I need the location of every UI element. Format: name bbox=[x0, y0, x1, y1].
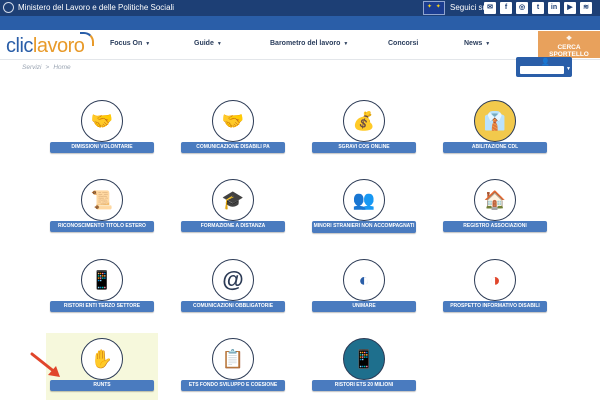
hands-icon: 🤝 bbox=[212, 100, 254, 142]
location-pin-icon: ⌖ bbox=[566, 33, 572, 43]
menu-concorsi[interactable]: Concorsi bbox=[388, 40, 418, 47]
graduation-monitor-icon: 🎓 bbox=[212, 179, 254, 221]
checklist-icon: 📋 bbox=[212, 338, 254, 380]
tile-label[interactable]: DIMISSIONI VOLONTARIE bbox=[50, 142, 154, 153]
tile-label[interactable]: ABILITAZIONE CDL bbox=[443, 142, 547, 153]
tile-label[interactable]: RISTORI ENTI TERZO SETTORE bbox=[50, 301, 154, 312]
tile-label[interactable]: COMUNICAZIONE DISABILI PA bbox=[181, 142, 285, 153]
tile-prospetto-informativo-disabili[interactable]: ◑ PROSPETTO INFORMATIVO DISABILI bbox=[443, 259, 547, 331]
rss-icon[interactable]: ≋ bbox=[580, 2, 592, 14]
tile-label[interactable]: FORMAZIONE A DISTANZA bbox=[181, 221, 285, 232]
tile-label[interactable]: RISTORI ETS 20 MILIONI bbox=[312, 380, 416, 391]
chevron-down-icon: ▼ bbox=[566, 66, 571, 72]
site-header: cliclavoro Focus On ▼ Guide ▼ Barometro de… bbox=[0, 30, 600, 60]
cliclavoro-logo[interactable]: cliclavoro bbox=[6, 35, 85, 58]
tile-dimissioni-volontarie[interactable]: 🤝 DIMISSIONI VOLONTARIE bbox=[50, 100, 154, 172]
menu-barometro[interactable]: Barometro del lavoro ▼ bbox=[270, 40, 348, 47]
tile-registro-associazioni[interactable]: 🏠 REGISTRO ASSOCIAZIONI bbox=[443, 179, 547, 251]
menu-news[interactable]: News ▼ bbox=[464, 40, 490, 47]
house-book-icon: 🏠 bbox=[474, 179, 516, 221]
tile-label[interactable]: COMUNICAZIONI OBBLIGATORIE bbox=[181, 301, 285, 312]
tile-label[interactable]: UNIMARE bbox=[312, 301, 416, 312]
coins-hand-icon: 💰 bbox=[343, 100, 385, 142]
tile-sgravi-cos-online[interactable]: 💰 SGRAVI COS ONLINE bbox=[312, 100, 416, 172]
tile-label[interactable]: RICONOSCIMENTO TITOLO ESTERO bbox=[50, 221, 154, 232]
tile-ristori-ets-20-milioni[interactable]: 📱 RISTORI ETS 20 MILIONI bbox=[312, 338, 416, 410]
tile-label[interactable]: PROSPETTO INFORMATIVO DISABILI bbox=[443, 301, 547, 312]
tile-ets-fondo-sviluppo-coesione[interactable]: 📋 ETS FONDO SVILUPPO E COESIONE bbox=[181, 338, 285, 410]
chevron-down-icon: ▼ bbox=[343, 41, 349, 47]
breadcrumb-home[interactable]: Home bbox=[53, 64, 70, 71]
logo-swoosh-icon bbox=[80, 32, 94, 46]
email-icon[interactable]: ✉ bbox=[484, 2, 496, 14]
youtube-icon[interactable]: ▶ bbox=[564, 2, 576, 14]
tile-abilitazione-cdl[interactable]: 👔 ABILITAZIONE CDL bbox=[443, 100, 547, 172]
tile-label[interactable]: MINORI STRANIERI NON ACCOMPAGNATI bbox=[312, 221, 416, 233]
facebook-icon[interactable]: f bbox=[500, 2, 512, 14]
menu-guide[interactable]: Guide ▼ bbox=[194, 40, 222, 47]
breadcrumb: Servizi > Home bbox=[22, 64, 71, 71]
accent-bar bbox=[0, 16, 600, 30]
tile-label[interactable]: SGRAVI COS ONLINE bbox=[312, 142, 416, 153]
tile-formazione-a-distanza[interactable]: 🎓 FORMAZIONE A DISTANZA bbox=[181, 179, 285, 251]
colorful-hands-icon: ✋ bbox=[81, 338, 123, 380]
ministry-topbar: Ministero del Lavoro e delle Politiche S… bbox=[0, 0, 600, 16]
twitter-icon[interactable]: t bbox=[532, 2, 544, 14]
tile-label[interactable]: ETS FONDO SVILUPPO E COESIONE bbox=[181, 380, 285, 391]
ministry-name[interactable]: Ministero del Lavoro e delle Politiche S… bbox=[18, 3, 174, 12]
unimare-logo-icon: ◐ bbox=[343, 259, 385, 301]
red-arrow-icon bbox=[30, 352, 60, 377]
tile-riconoscimento-titolo-estero[interactable]: 📜 RICONOSCIMENTO TITOLO ESTERO bbox=[50, 179, 154, 251]
tile-ristori-enti-terzo-settore[interactable]: 📱 RISTORI ENTI TERZO SETTORE bbox=[50, 259, 154, 331]
at-sign-icon: @ bbox=[212, 259, 254, 301]
chevron-down-icon: ▼ bbox=[216, 41, 222, 47]
linkedin-icon[interactable]: in bbox=[548, 2, 560, 14]
phone-money-icon: 📱 bbox=[81, 259, 123, 301]
republic-emblem-icon bbox=[3, 2, 14, 13]
breadcrumb-servizi[interactable]: Servizi bbox=[22, 64, 42, 71]
consultant-icon: 👔 bbox=[474, 100, 516, 142]
follow-us-label: Seguici su bbox=[450, 3, 487, 12]
tile-comunicazione-disabili-pa[interactable]: 🤝 COMUNICAZIONE DISABILI PA bbox=[181, 100, 285, 172]
eu-flag-icon bbox=[423, 1, 445, 15]
user-select-field[interactable] bbox=[520, 66, 564, 74]
tile-label[interactable]: RUNTS bbox=[50, 380, 154, 391]
cerca-sportello-button[interactable]: ⌖ CERCA SPORTELLO bbox=[538, 31, 600, 58]
handshake-icon: 🤝 bbox=[81, 100, 123, 142]
menu-focus-on[interactable]: Focus On ▼ bbox=[110, 40, 150, 47]
phone-money-icon: 📱 bbox=[343, 338, 385, 380]
prospetto-logo-icon: ◑ bbox=[474, 259, 516, 301]
user-icon: 👤 bbox=[541, 59, 550, 66]
tile-minori-stranieri[interactable]: 👥 MINORI STRANIERI NON ACCOMPAGNATI bbox=[312, 179, 416, 251]
tile-runts[interactable]: ✋ RUNTS bbox=[50, 338, 154, 410]
breadcrumb-separator: > bbox=[45, 64, 50, 71]
tile-label[interactable]: REGISTRO ASSOCIAZIONI bbox=[443, 221, 547, 232]
instagram-icon[interactable]: ◎ bbox=[516, 2, 528, 14]
chevron-down-icon: ▼ bbox=[145, 41, 151, 47]
certificate-icon: 📜 bbox=[81, 179, 123, 221]
user-login-box[interactable]: 👤 ▼ bbox=[516, 57, 572, 77]
people-network-icon: 👥 bbox=[343, 179, 385, 221]
tile-unimare[interactable]: ◐ UNIMARE bbox=[312, 259, 416, 331]
tile-comunicazioni-obbligatorie[interactable]: @ COMUNICAZIONI OBBLIGATORIE bbox=[181, 259, 285, 331]
chevron-down-icon: ▼ bbox=[485, 41, 491, 47]
